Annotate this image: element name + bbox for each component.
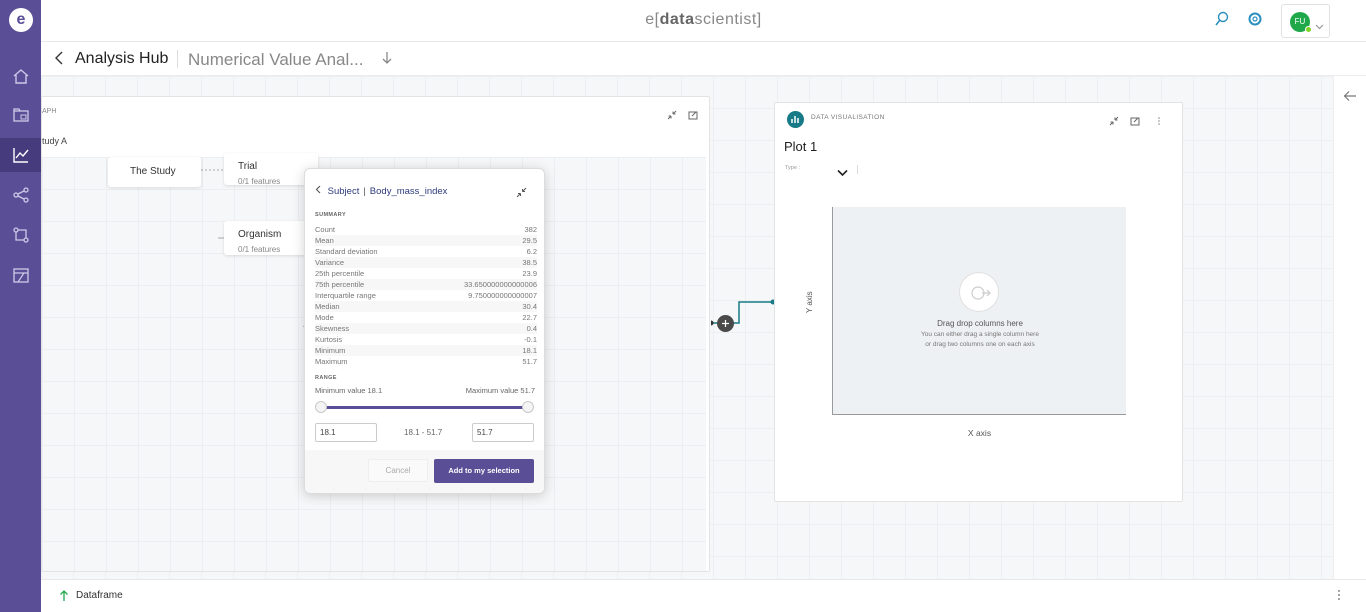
summary-heading: SUMMARY	[315, 212, 347, 218]
plot-title: Plot 1	[784, 139, 818, 154]
drop-title: Drag drop columns here	[937, 319, 1023, 328]
report-icon[interactable]	[0, 258, 41, 292]
app-logo[interactable]: e	[9, 8, 33, 32]
bar-chart-icon	[787, 111, 804, 128]
bottom-bar: Dataframe	[41, 579, 1366, 612]
drop-column-icon	[959, 272, 999, 312]
column-summary-popup: Subject | Body_mass_index SUMMARY Count 382…	[304, 168, 545, 494]
viz-panel-label: DATA VISUALISATION	[811, 114, 885, 121]
arrow-left-icon[interactable]	[1343, 89, 1357, 107]
share-network-icon[interactable]	[0, 178, 41, 212]
data-visualisation-panel: DATA VISUALISATION Plot 1 Type : Drag dr…	[774, 102, 1183, 502]
arrow-up-icon[interactable]	[59, 589, 69, 607]
right-side-panel	[1333, 76, 1366, 579]
workspace-canvas: APH tudy A The Study Trial 0/1 features …	[41, 76, 1333, 579]
sidebar-rail: e	[0, 0, 41, 612]
popup-footer: Cancel Add to my selection	[305, 450, 544, 493]
help-lifebuoy-icon[interactable]	[1247, 11, 1265, 29]
chevron-down-icon	[1315, 17, 1324, 35]
study-name: tudy A	[42, 136, 68, 146]
expand-window-icon[interactable]	[688, 107, 698, 125]
range-text: 18.1 - 51.7	[404, 428, 443, 437]
stat-row: 25th percentile 23.9	[315, 269, 537, 278]
minimize-icon[interactable]	[516, 185, 527, 203]
add-to-selection-button[interactable]: Add to my selection	[434, 459, 534, 483]
more-vertical-icon[interactable]	[1337, 588, 1341, 606]
stat-row: Interquartile range 9.750000000000007	[315, 291, 537, 300]
breadcrumb-hub[interactable]: Analysis Hub	[75, 50, 168, 68]
graph-panel-label: APH	[42, 108, 57, 115]
plot-drop-area[interactable]: Drag drop columns here You can either dr…	[832, 207, 1126, 415]
dataframe-label[interactable]: Dataframe	[76, 590, 123, 601]
summary-stats: Count 382 Mean 29.5 Standard deviation 6.2 …	[315, 224, 537, 367]
download-arrow-icon[interactable]	[381, 51, 393, 70]
stat-row: Mean 29.5	[315, 235, 537, 246]
avatar: FU	[1290, 12, 1312, 33]
cancel-button[interactable]: Cancel	[368, 459, 428, 482]
stat-row: Kurtosis -0.1	[315, 335, 537, 344]
popup-entity: Subject	[327, 186, 360, 197]
drop-hint-line-2: or drag two columns one on each axis	[925, 341, 1035, 348]
x-axis-label: X axis	[967, 428, 992, 438]
type-divider	[857, 165, 858, 174]
stat-row: Maximum 51.7	[315, 357, 537, 366]
brand-logo: e[datascientist]	[645, 11, 762, 28]
node-the-study[interactable]: The Study	[108, 157, 201, 187]
home-icon[interactable]	[0, 59, 41, 93]
breadcrumb: Analysis Hub Numerical Value Anal...	[41, 42, 1366, 76]
workflow-icon[interactable]	[0, 218, 41, 252]
user-menu[interactable]: FU	[1281, 4, 1330, 38]
stat-row: Count 382	[315, 225, 537, 234]
stat-row: Standard deviation 6.2	[315, 247, 537, 256]
popup-column: Body_mass_index	[369, 186, 448, 197]
analysis-chart-icon[interactable]	[0, 138, 41, 172]
type-label: Type :	[785, 165, 800, 171]
range-slider-track[interactable]	[321, 406, 528, 409]
popup-header: Subject | Body_mass_index	[315, 185, 447, 197]
y-axis-label: Y axis	[805, 291, 814, 313]
range-labels: Minimum value 18.1 Maximum value 51.7	[315, 386, 535, 395]
max-value-input[interactable]: 51.7	[472, 423, 534, 442]
min-value-label: Minimum value 18.1	[315, 386, 383, 395]
drop-hint-line-1: You can either drag a single column here	[921, 331, 1039, 338]
stat-row: Variance 38.5	[315, 257, 537, 268]
collapse-icon[interactable]	[1109, 113, 1119, 131]
page-title: Numerical Value Anal...	[188, 50, 364, 69]
stat-row: Minimum 18.1	[315, 345, 537, 356]
stat-row: Skewness 0.4	[315, 323, 537, 334]
stat-row: 75th percentile 33.650000000000006	[315, 279, 537, 290]
breadcrumb-divider	[177, 50, 178, 68]
folder-monitor-icon[interactable]	[0, 98, 41, 132]
range-heading: RANGE	[315, 375, 337, 381]
back-arrow-icon[interactable]	[53, 50, 65, 71]
expand-window-icon[interactable]	[1130, 113, 1140, 131]
collapse-icon[interactable]	[667, 107, 677, 125]
max-value-label: Maximum value 51.7	[465, 386, 535, 395]
range-slider-min-handle[interactable]	[315, 401, 327, 413]
range-slider-max-handle[interactable]	[522, 401, 534, 413]
more-vertical-icon[interactable]	[1157, 113, 1161, 131]
min-value-input[interactable]: 18.1	[315, 423, 377, 442]
back-chevron-icon[interactable]	[315, 185, 324, 197]
search-icon[interactable]	[1214, 11, 1232, 29]
stat-row: Median 30.4	[315, 301, 537, 312]
add-node-button[interactable]	[717, 315, 734, 332]
top-bar: e[datascientist] FU	[41, 0, 1366, 42]
stat-row: Mode 22.7	[315, 313, 537, 322]
type-select-chevron-icon[interactable]	[837, 164, 848, 182]
